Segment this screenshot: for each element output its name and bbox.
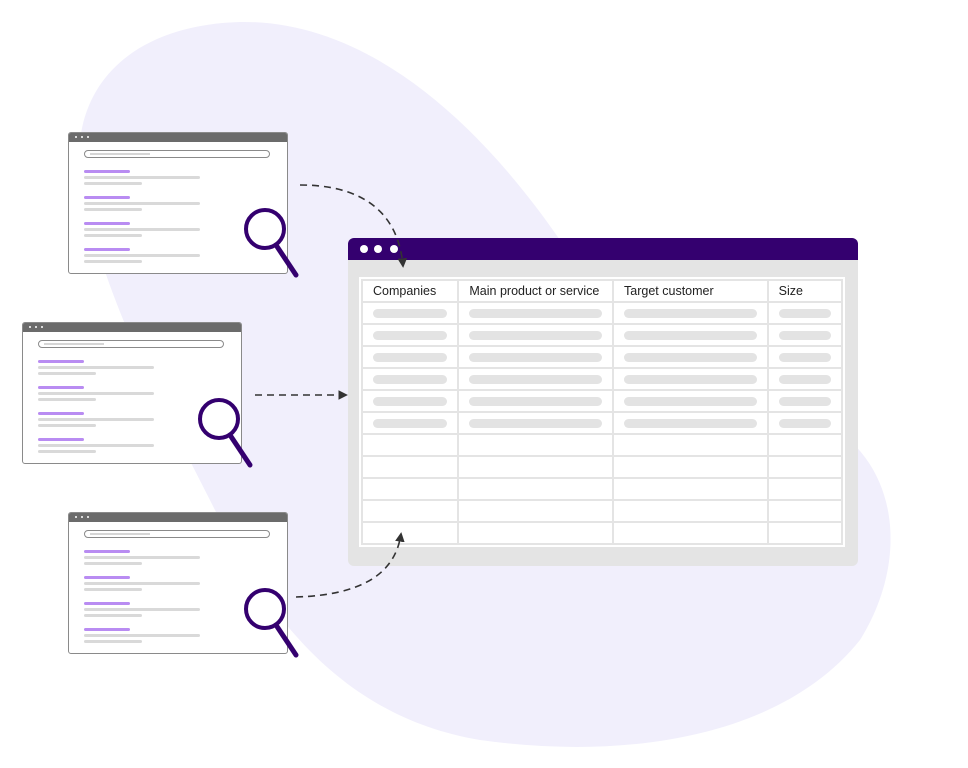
flow-arrows: [255, 184, 408, 598]
arrow-bottom: [295, 532, 405, 598]
arrow-top: [299, 184, 408, 268]
